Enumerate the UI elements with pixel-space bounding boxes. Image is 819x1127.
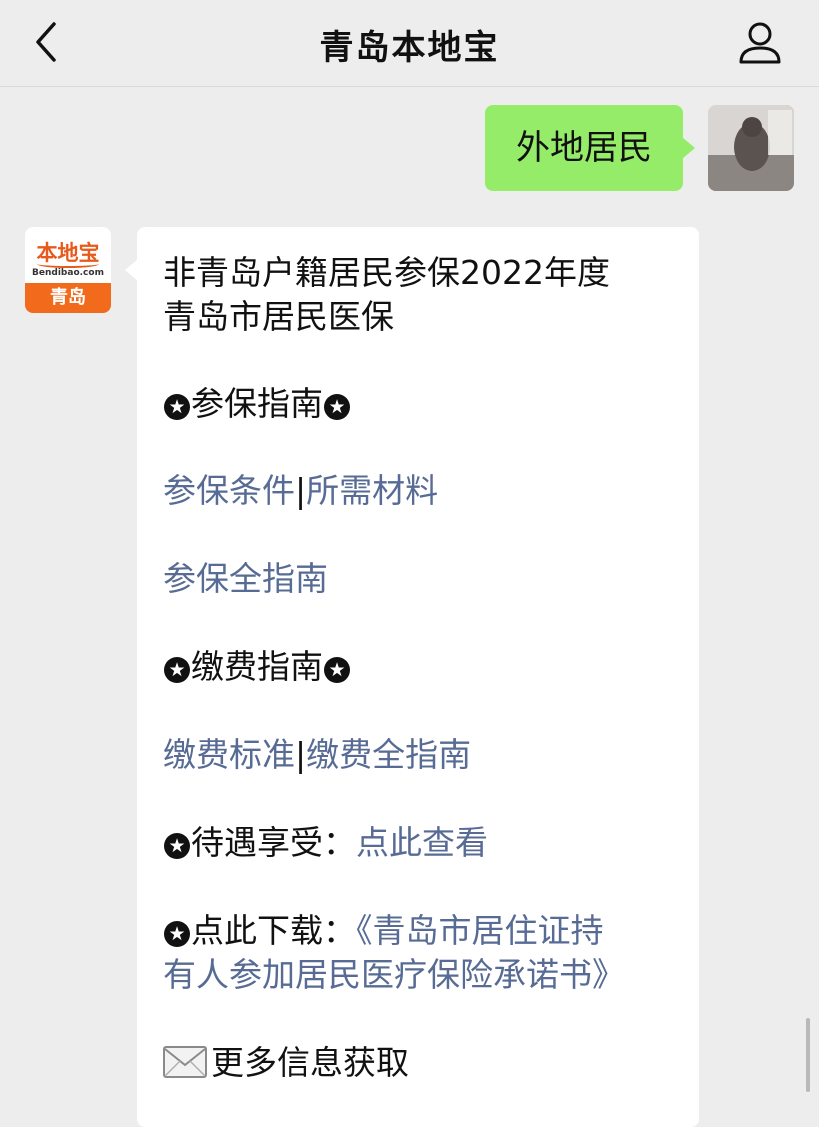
link-payment-full-guide[interactable]: 缴费全指南 <box>306 735 471 774</box>
section-insurance-guide-label: 参保指南 <box>191 384 323 423</box>
envelope-icon <box>163 1045 207 1089</box>
full-guide-row: 参保全指南 <box>163 557 683 601</box>
avatar-city: 青岛 <box>25 283 111 313</box>
scrollbar-thumb[interactable] <box>806 1018 810 1092</box>
navbar: 青岛本地宝 <box>0 0 819 87</box>
guide-links-row: 参保条件|所需材料 <box>163 469 683 513</box>
user-message-text: 外地居民 <box>516 128 652 168</box>
download-row-continued: 有人参加居民医疗保险承诺书》 <box>163 953 683 997</box>
user-message-bubble[interactable]: 外地居民 <box>485 105 695 191</box>
section-payment-guide-label: 缴费指南 <box>191 647 323 686</box>
more-info-row: 更多信息获取 <box>163 1041 683 1089</box>
star-icon: ★ <box>164 921 190 947</box>
payment-links-row: 缴费标准|缴费全指南 <box>163 733 683 777</box>
star-icon: ★ <box>164 657 190 683</box>
user-avatar[interactable] <box>708 105 794 191</box>
message-title-line1: 非青岛户籍居民参保2022年度 <box>163 253 610 292</box>
chat-title: 青岛本地宝 <box>319 28 500 68</box>
link-insurance-conditions[interactable]: 参保条件 <box>163 471 295 510</box>
link-separator: | <box>295 735 307 774</box>
link-download-commitment-line2[interactable]: 有人参加居民医疗保险承诺书》 <box>163 955 625 994</box>
link-view-benefits[interactable]: 点此查看 <box>356 823 488 862</box>
link-payment-standard[interactable]: 缴费标准 <box>163 735 295 774</box>
link-download-commitment-line1[interactable]: 《青岛市居住证持 <box>356 911 604 950</box>
avatar-swoosh <box>37 260 99 268</box>
link-insurance-full-guide[interactable]: 参保全指南 <box>163 559 328 598</box>
link-separator: | <box>295 471 307 510</box>
star-icon: ★ <box>164 394 190 420</box>
more-info-text: 更多信息获取 <box>211 1043 409 1082</box>
benefits-row: ★ 待遇享受：点此查看 <box>163 821 683 865</box>
benefits-label: 待遇享受： <box>191 823 356 862</box>
official-account-avatar[interactable]: 本地宝 Bendibao.com 青岛 <box>25 227 111 313</box>
star-icon: ★ <box>164 833 190 859</box>
bot-message-bubble: 非青岛户籍居民参保2022年度 青岛市居民医保 ★ 参保指南 ★ 参保条件|所需材料… <box>125 227 699 1127</box>
star-icon: ★ <box>324 394 350 420</box>
section-payment-guide: ★ 缴费指南 ★ <box>163 645 683 689</box>
person-icon[interactable] <box>735 18 785 68</box>
download-row: ★ 点此下载：《青岛市居住证持 <box>163 909 683 953</box>
download-label: 点此下载： <box>191 911 356 950</box>
avatar-domain: Bendibao.com <box>32 268 104 278</box>
star-icon: ★ <box>324 657 350 683</box>
message-title-line2: 青岛市居民医保 <box>163 297 394 336</box>
link-required-materials[interactable]: 所需材料 <box>306 471 438 510</box>
section-insurance-guide: ★ 参保指南 ★ <box>163 382 683 426</box>
